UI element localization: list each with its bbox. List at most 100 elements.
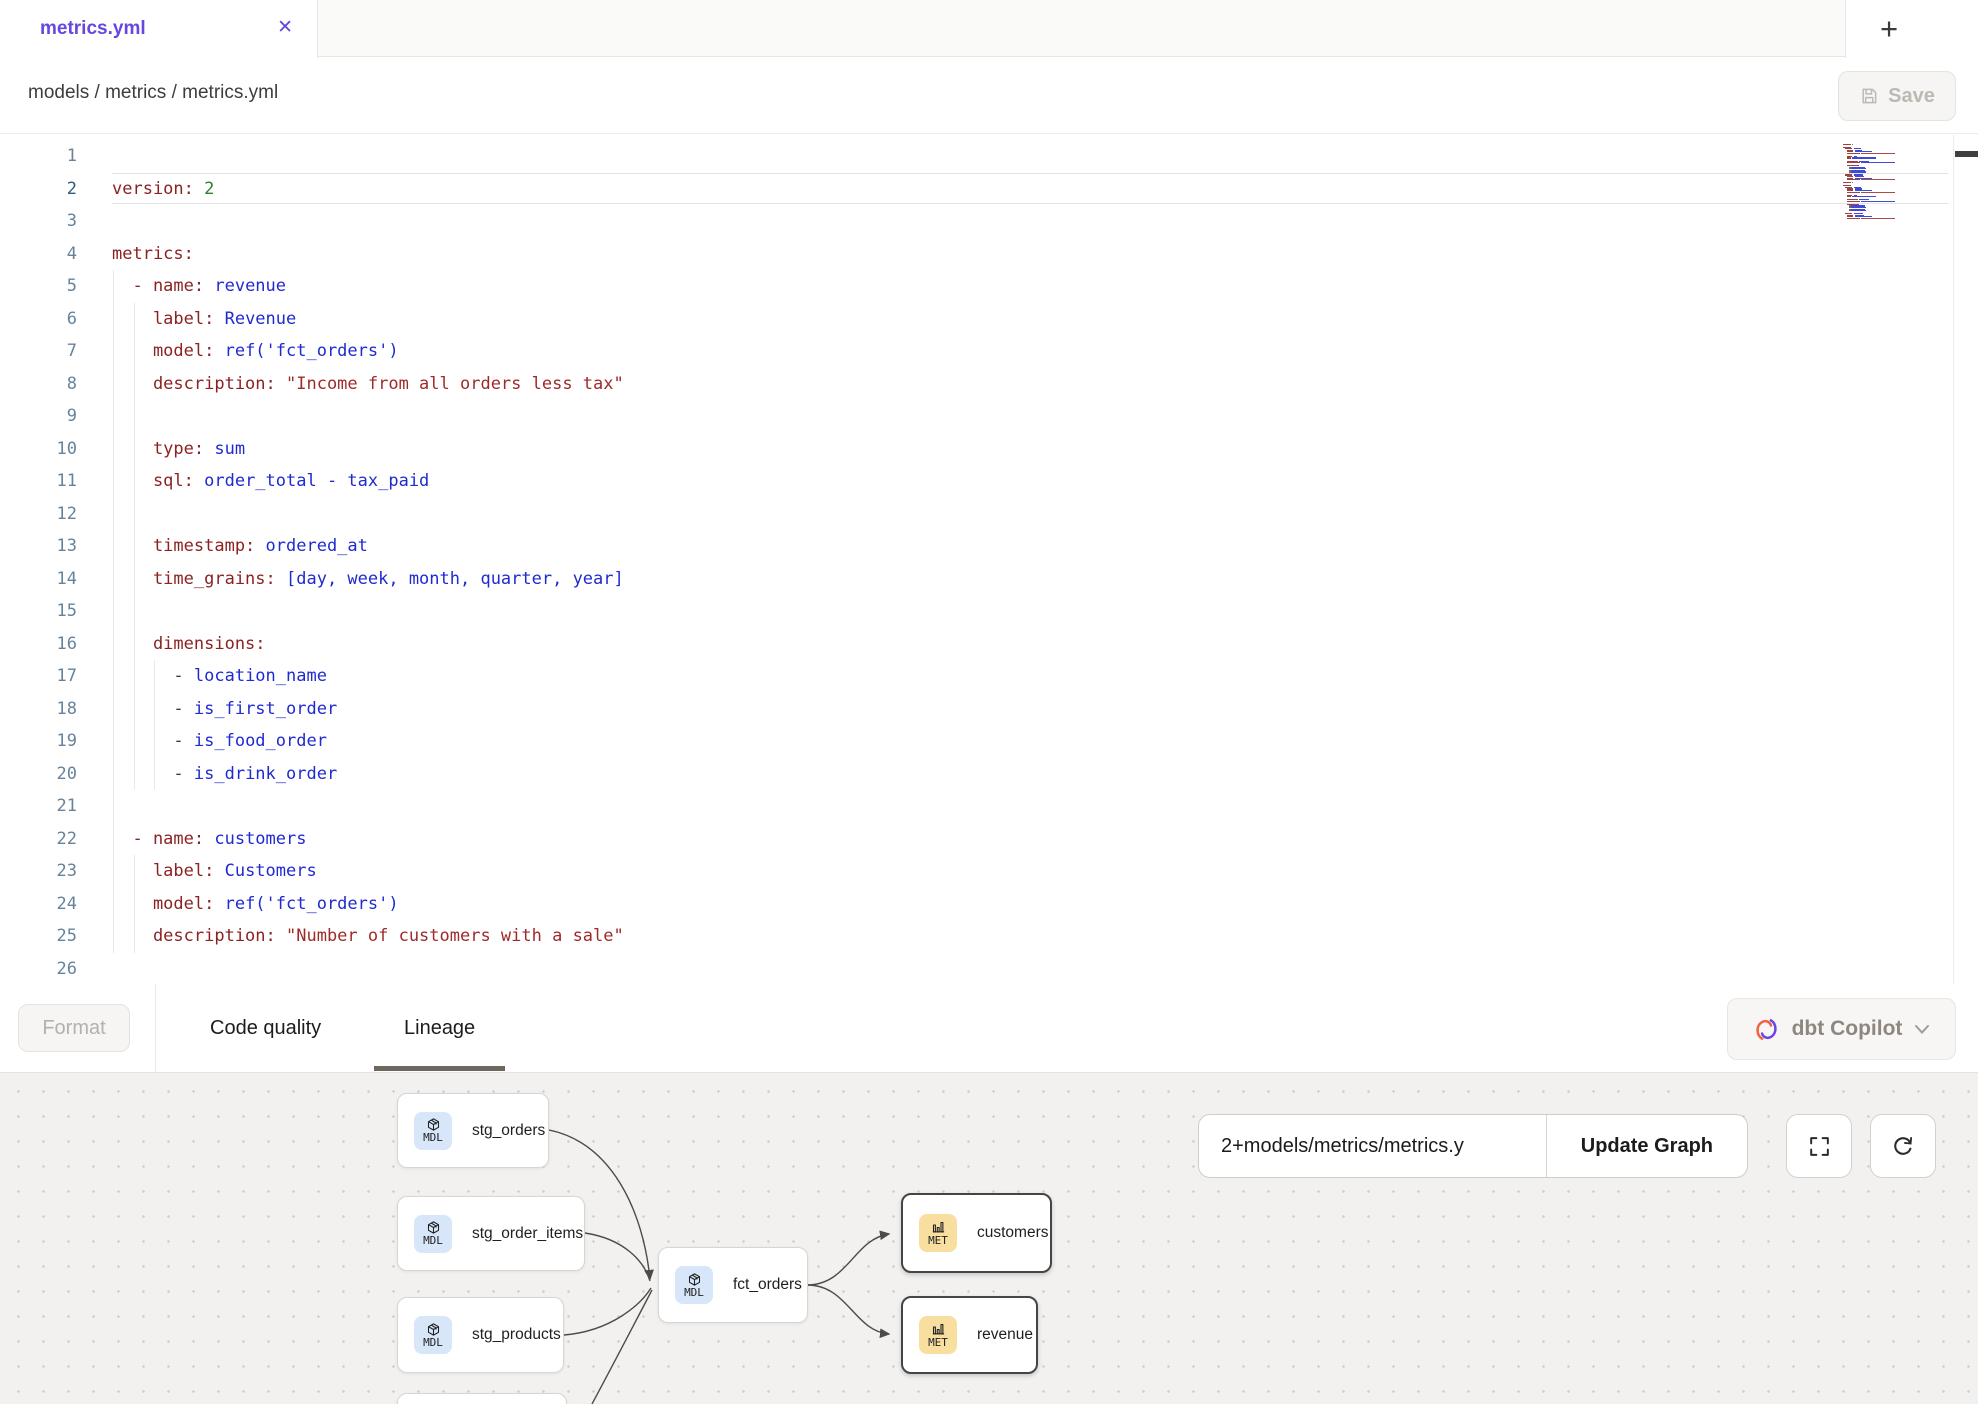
format-button[interactable]: Format [18, 1004, 130, 1052]
code-line[interactable]: 15 [0, 595, 1978, 628]
lineage-node-stg_products[interactable]: MDL stg_products [397, 1297, 564, 1373]
tab-metrics-yml[interactable]: metrics.yml ✕ [0, 0, 318, 58]
code-line[interactable]: 22 - name: customers [0, 823, 1978, 856]
node-label: stg_orders [472, 1122, 545, 1140]
minimap[interactable] [1843, 142, 1951, 221]
indent-guide [113, 400, 114, 433]
line-number: 8 [0, 368, 77, 401]
edge-fct-orders-to-revenue [807, 1285, 889, 1334]
node-label: fct_orders [733, 1276, 802, 1294]
lineage-node-stg_order_items[interactable]: MDL stg_order_items [397, 1196, 585, 1271]
lineage-node-revenue[interactable]: METrevenue [901, 1296, 1038, 1374]
code-text: model: ref('fct_orders') [112, 888, 399, 921]
lineage-node-partial-node[interactable] [397, 1393, 567, 1404]
code-text: description: "Income from all orders les… [112, 368, 624, 401]
line-number: 16 [0, 628, 77, 661]
file-header-row: models / metrics / metrics.yml Save [0, 58, 1978, 134]
code-line[interactable]: 6 label: Revenue [0, 303, 1978, 336]
line-number: 14 [0, 563, 77, 596]
badge-label: MDL [423, 1132, 443, 1144]
line-number: 5 [0, 270, 77, 303]
bar-chart-icon [931, 1220, 946, 1235]
code-line[interactable]: 10 type: sum [0, 433, 1978, 466]
lineage-node-stg_orders[interactable]: MDL stg_orders [397, 1093, 549, 1168]
cube-icon [687, 1272, 702, 1287]
save-button[interactable]: Save [1838, 71, 1956, 121]
badge-label: MDL [423, 1337, 443, 1349]
code-line[interactable]: 24 model: ref('fct_orders') [0, 888, 1978, 921]
code-lines: 12version: 234metrics:5 - name: revenue6… [0, 140, 1978, 984]
code-text: - is_food_order [112, 725, 327, 758]
line-number: 11 [0, 465, 77, 498]
node-label: stg_products [472, 1326, 561, 1344]
code-line[interactable]: 4 metrics: [0, 238, 1978, 271]
graph-selector-input[interactable] [1199, 1115, 1546, 1177]
close-tab-icon[interactable]: ✕ [277, 14, 293, 42]
line-number: 18 [0, 693, 77, 726]
cube-icon [426, 1322, 441, 1337]
lineage-node-fct_orders[interactable]: MDLfct_orders [658, 1247, 808, 1323]
code-line[interactable]: 1 [0, 140, 1978, 173]
code-line[interactable]: 23 label: Customers [0, 855, 1978, 888]
line-number: 7 [0, 335, 77, 368]
code-line[interactable]: 3 [0, 205, 1978, 238]
code-text: metrics: [112, 238, 194, 271]
code-line[interactable]: 11 sql: order_total - tax_paid [0, 465, 1978, 498]
code-line[interactable]: 13 timestamp: ordered_at [0, 530, 1978, 563]
edge-bottom-node-to-fct-orders [592, 1290, 652, 1404]
code-line[interactable]: 16 dimensions: [0, 628, 1978, 661]
editor-tab-bar: metrics.yml ✕ + [0, 0, 1978, 57]
node-label: customers [977, 1224, 1049, 1242]
code-line[interactable]: 14 time_grains: [day, week, month, quart… [0, 563, 1978, 596]
code-line[interactable]: 2version: 2 [0, 173, 1978, 206]
code-text: version: 2 [112, 173, 214, 206]
code-line[interactable]: 18 - is_first_order [0, 693, 1978, 726]
code-line[interactable]: 9 [0, 400, 1978, 433]
line-number: 21 [0, 790, 77, 823]
code-line[interactable]: 5 - name: revenue [0, 270, 1978, 303]
tab-code-quality[interactable]: Code quality [210, 984, 321, 1072]
line-number: 15 [0, 595, 77, 628]
line-number: 4 [0, 238, 77, 271]
graph-controls: Update Graph [1198, 1114, 1748, 1178]
tab-lineage[interactable]: Lineage [404, 984, 475, 1072]
model-badge: MDL [414, 1112, 452, 1150]
badge-label: MET [928, 1235, 948, 1247]
code-line[interactable]: 12 [0, 498, 1978, 531]
code-editor[interactable]: 12version: 234metrics:5 - name: revenue6… [0, 135, 1978, 984]
line-number: 12 [0, 498, 77, 531]
code-line[interactable]: 8 description: "Income from all orders l… [0, 368, 1978, 401]
code-text: label: Revenue [112, 303, 296, 336]
code-line[interactable]: 7 model: ref('fct_orders') [0, 335, 1978, 368]
edge-stg-order-items-to-fct-orders [585, 1233, 650, 1281]
code-text: - location_name [112, 660, 327, 693]
node-label: stg_order_items [472, 1225, 583, 1243]
code-text: time_grains: [day, week, month, quarter,… [112, 563, 624, 596]
dbt-copilot-button[interactable]: dbt Copilot [1727, 998, 1956, 1060]
code-text: - name: customers [112, 823, 306, 856]
code-text: - name: revenue [112, 270, 286, 303]
lineage-node-customers[interactable]: MET customers [901, 1193, 1052, 1273]
line-number: 25 [0, 920, 77, 953]
code-text: sql: order_total - tax_paid [112, 465, 429, 498]
code-line[interactable]: 25 description: "Number of customers wit… [0, 920, 1978, 953]
code-line[interactable]: 17 - location_name [0, 660, 1978, 693]
update-graph-button[interactable]: Update Graph [1546, 1115, 1747, 1177]
fullscreen-button[interactable] [1786, 1114, 1852, 1178]
overview-ruler-divider [1953, 135, 1954, 984]
line-number: 1 [0, 140, 77, 173]
line-number: 19 [0, 725, 77, 758]
badge-label: MET [928, 1337, 948, 1349]
code-line[interactable]: 21 [0, 790, 1978, 823]
bottom-panel-bar: Format Code quality Lineage dbt Copilot [0, 984, 1978, 1073]
code-line[interactable]: 26 [0, 953, 1978, 985]
badge-label: MDL [423, 1235, 443, 1247]
code-line[interactable]: 19 - is_food_order [0, 725, 1978, 758]
new-tab-zone: + [1845, 0, 1978, 58]
new-tab-icon[interactable]: + [1880, 14, 1898, 44]
line-number: 13 [0, 530, 77, 563]
lineage-canvas[interactable]: MDL stg_orders MDL stg_order_items MDL stg_pr… [0, 1073, 1978, 1404]
line-number: 17 [0, 660, 77, 693]
refresh-button[interactable] [1870, 1114, 1936, 1178]
code-line[interactable]: 20 - is_drink_order [0, 758, 1978, 791]
